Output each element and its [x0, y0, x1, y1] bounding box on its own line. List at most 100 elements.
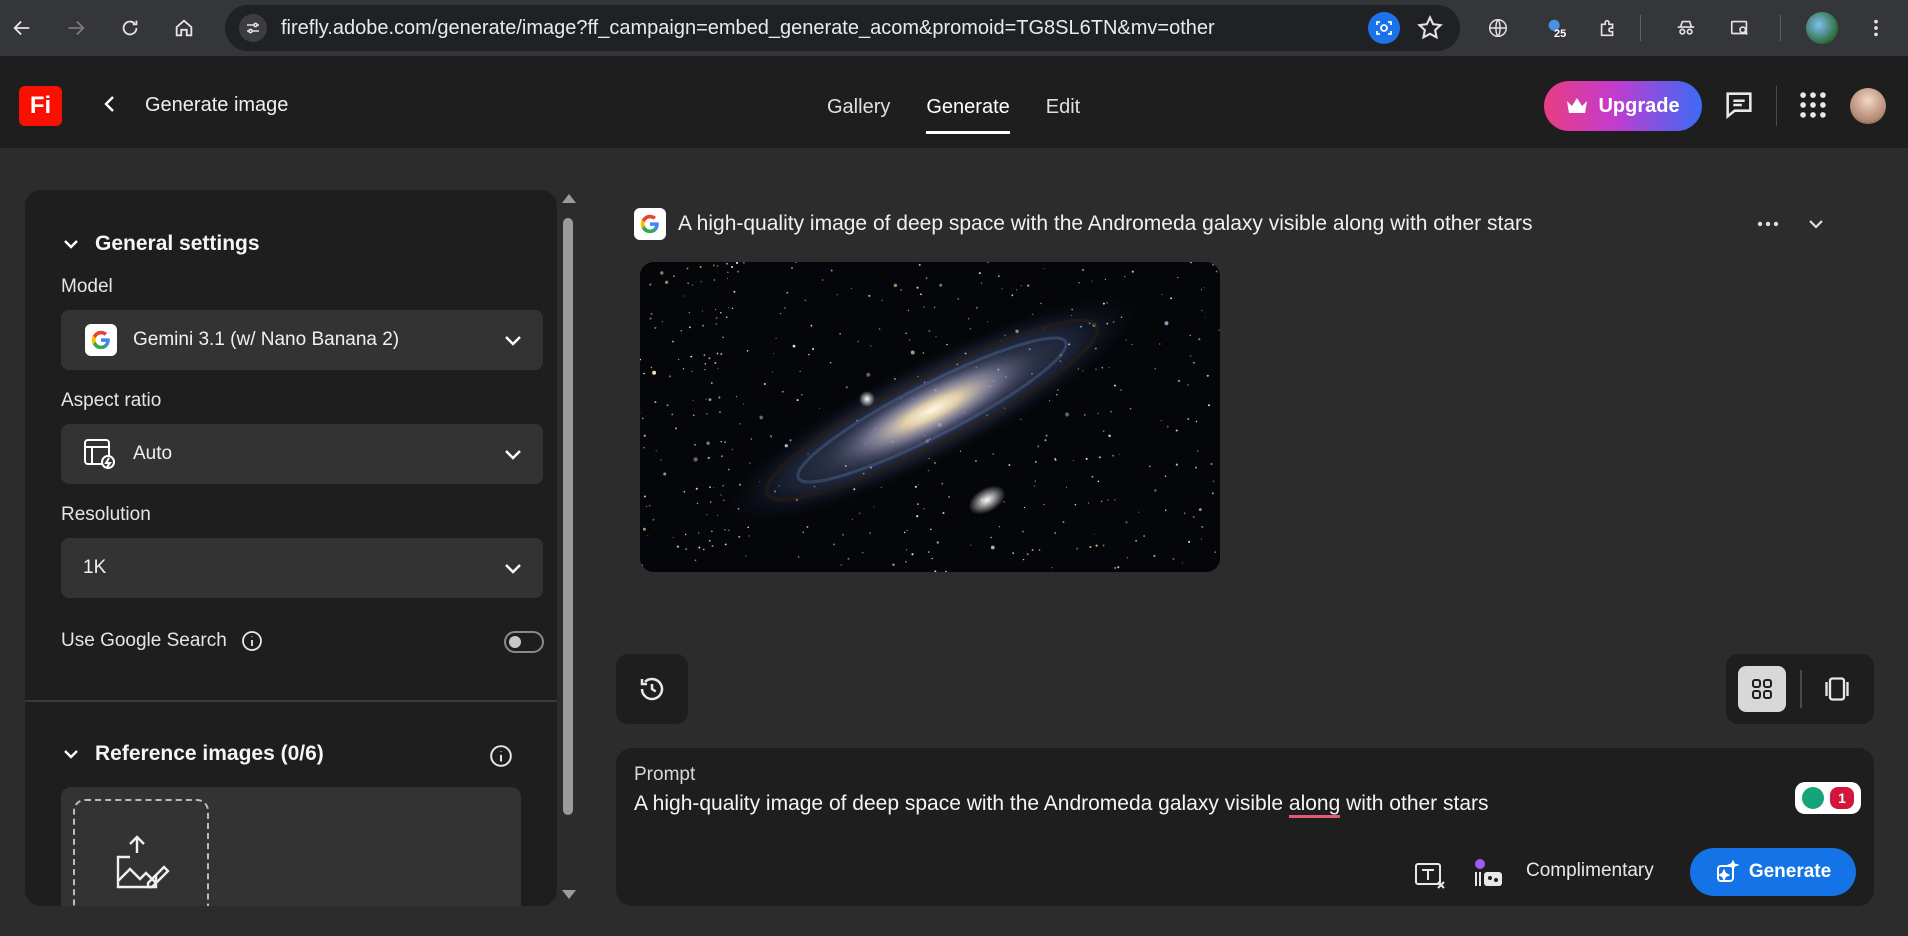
upgrade-button[interactable]: Upgrade	[1544, 81, 1702, 131]
star-dot	[873, 506, 875, 508]
feedback-chat-icon[interactable]	[1722, 88, 1756, 122]
star-dot	[739, 423, 741, 425]
star-dot	[1022, 558, 1025, 561]
tab-gallery[interactable]: Gallery	[827, 96, 890, 134]
single-view-icon[interactable]	[1818, 670, 1856, 708]
star-dot	[1097, 412, 1099, 415]
browser-profile-avatar[interactable]	[1806, 12, 1838, 44]
star-dot	[652, 370, 657, 375]
google-lens-icon[interactable]	[1368, 12, 1400, 44]
generated-image[interactable]	[640, 262, 1220, 572]
reload-icon[interactable]	[110, 8, 150, 48]
more-options-icon[interactable]	[1752, 208, 1784, 240]
star-dot	[881, 299, 883, 302]
star-dot	[713, 279, 716, 281]
star-dot	[992, 453, 994, 455]
site-settings-icon[interactable]	[239, 14, 267, 42]
star-dot	[652, 518, 655, 521]
aspect-ratio-label: Aspect ratio	[61, 390, 162, 411]
history-button[interactable]	[616, 654, 688, 724]
star-dot	[1098, 456, 1101, 459]
star-dot	[797, 556, 800, 558]
reference-images-header[interactable]: Reference images (0/6)	[61, 742, 324, 766]
firefly-logo[interactable]: Fi	[19, 86, 62, 126]
star-dot	[1031, 549, 1034, 552]
spelling-flagged-word[interactable]: along	[1288, 792, 1341, 818]
star-dot	[851, 518, 853, 520]
model-select[interactable]: Gemini 3.1 (w/ Nano Banana 2)	[61, 310, 543, 370]
chrome-menu-icon[interactable]	[1860, 12, 1892, 44]
star-dot	[719, 411, 721, 413]
globe-extension-icon[interactable]	[1482, 12, 1514, 44]
style-reference-icon[interactable]	[1472, 858, 1506, 890]
star-dot	[928, 329, 931, 332]
grammarly-widget[interactable]: 1	[1795, 782, 1861, 814]
text-effects-icon[interactable]	[1414, 860, 1448, 890]
back-arrow-icon[interactable]	[2, 8, 42, 48]
scroll-down-arrow[interactable]	[562, 890, 576, 899]
star-dot	[906, 529, 908, 532]
home-icon[interactable]	[164, 8, 204, 48]
star-dot	[728, 529, 730, 532]
generate-button[interactable]: Generate	[1690, 848, 1856, 896]
star-dot	[980, 282, 983, 284]
star-dot	[1207, 404, 1211, 407]
counter-extension-icon[interactable]: 25	[1540, 12, 1572, 44]
star-dot	[998, 526, 1001, 528]
star-dot	[715, 308, 717, 310]
history-icon	[640, 677, 664, 701]
scroll-up-arrow[interactable]	[562, 194, 576, 203]
star-dot	[704, 362, 707, 365]
star-dot	[1062, 521, 1065, 523]
star-dot	[1212, 480, 1215, 483]
upload-reference-button[interactable]	[73, 799, 209, 906]
star-dot	[990, 545, 995, 550]
address-bar[interactable]: firefly.adobe.com/generate/image?ff_camp…	[225, 5, 1460, 51]
star-dot	[650, 366, 653, 369]
google-g-icon	[85, 324, 117, 356]
grid-view-icon[interactable]	[1738, 666, 1786, 712]
star-dot	[1154, 368, 1156, 370]
prompt-input[interactable]: A high-quality image of deep space with …	[634, 792, 1489, 818]
scrollbar-thumb[interactable]	[563, 218, 573, 815]
extensions-puzzle-icon[interactable]	[1592, 12, 1624, 44]
url-text[interactable]: firefly.adobe.com/generate/image?ff_camp…	[281, 17, 1215, 40]
star-dot	[908, 339, 911, 341]
star-dot	[663, 472, 667, 476]
avatar[interactable]	[1850, 88, 1886, 124]
star-dot	[1164, 321, 1169, 326]
star-dot	[1103, 430, 1105, 432]
star-dot	[930, 528, 932, 531]
star-dot	[998, 275, 1000, 277]
forward-arrow-icon[interactable]	[56, 8, 96, 48]
crown-icon	[1567, 98, 1588, 113]
info-icon[interactable]	[241, 630, 263, 652]
incognito-icon[interactable]	[1670, 12, 1702, 44]
browser-toolbar: firefly.adobe.com/generate/image?ff_camp…	[0, 0, 1908, 56]
google-search-toggle[interactable]	[504, 631, 544, 653]
resolution-select[interactable]: 1K	[61, 538, 543, 598]
tab-search-icon[interactable]	[1724, 12, 1756, 44]
tab-generate[interactable]: Generate	[926, 96, 1010, 134]
tab-edit[interactable]: Edit	[1046, 96, 1080, 134]
star-dot	[840, 564, 843, 566]
chevron-left-icon[interactable]	[98, 92, 122, 116]
chevron-down-icon[interactable]	[1800, 208, 1832, 240]
prompt-text-end: with other stars	[1340, 792, 1489, 815]
star-dot	[660, 459, 662, 461]
star-dot	[923, 306, 925, 308]
star-dot	[694, 559, 697, 562]
aspect-ratio-select[interactable]: Auto	[61, 424, 543, 484]
generation-header: A high-quality image of deep space with …	[634, 208, 1533, 240]
bookmark-star-icon[interactable]	[1416, 14, 1444, 42]
prompt-box[interactable]: Prompt A high-quality image of deep spac…	[616, 748, 1874, 906]
app-switcher-grid-icon[interactable]	[1796, 88, 1830, 122]
star-dot	[759, 415, 764, 420]
google-g-icon	[634, 208, 666, 240]
general-settings-header[interactable]: General settings	[61, 232, 260, 256]
info-icon[interactable]	[489, 744, 513, 768]
star-dot	[1201, 525, 1204, 528]
settings-scrollbar[interactable]	[558, 190, 578, 906]
star-dot	[868, 294, 871, 297]
star-dot	[1108, 367, 1110, 369]
